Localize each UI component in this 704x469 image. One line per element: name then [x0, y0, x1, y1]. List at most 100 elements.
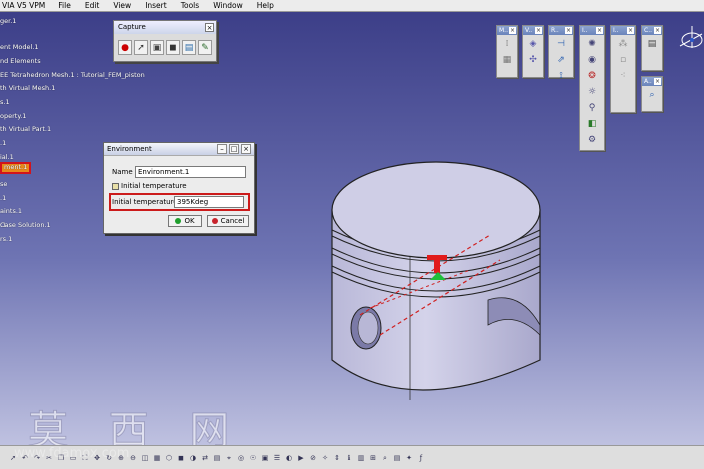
album-icon[interactable]: ◼	[166, 40, 180, 55]
analysis-zoom-icon[interactable]: ⌕	[645, 88, 659, 102]
tree-item[interactable]: rs.1	[0, 234, 12, 244]
catalog-icon[interactable]: ▤	[392, 453, 402, 463]
load-flux-icon[interactable]: ◧	[585, 117, 599, 131]
amplification-icon[interactable]: ✧	[320, 453, 330, 463]
iso-view-icon[interactable]: ⬡	[164, 453, 174, 463]
formula-icon[interactable]: ƒ	[416, 453, 426, 463]
tree-item[interactable]: se	[0, 179, 7, 189]
close-icon[interactable]: ×	[654, 78, 661, 85]
close-icon[interactable]: ×	[565, 27, 572, 34]
compute-icon[interactable]: ▤	[645, 37, 659, 51]
image-icon[interactable]: ▤	[212, 453, 222, 463]
load-pressure-icon[interactable]: ✺	[585, 37, 599, 51]
record-icon[interactable]: ●	[118, 40, 132, 55]
load-radiation-icon[interactable]: ⚙	[585, 133, 599, 147]
close-icon[interactable]: ×	[596, 27, 603, 34]
close-icon[interactable]: ×	[205, 23, 214, 32]
swap-icon[interactable]: ⇄	[200, 453, 210, 463]
search-icon[interactable]: ⌕	[380, 453, 390, 463]
menu-tools[interactable]: Tools	[174, 1, 206, 10]
hide-show-icon[interactable]: ◑	[188, 453, 198, 463]
virtual-mesh-icon[interactable]: ✣	[526, 53, 540, 67]
tree-item[interactable]: th Virtual Mesh.1	[0, 83, 55, 93]
tree-item[interactable]: ger.1	[0, 16, 16, 26]
tree-item[interactable]: aints.1	[0, 206, 22, 216]
capture-icon[interactable]: ▣	[150, 40, 164, 55]
load-convection-icon[interactable]: ⚲	[585, 101, 599, 115]
tree-item[interactable]: s.1	[0, 97, 10, 107]
ok-button[interactable]: OK	[168, 215, 202, 227]
menu-view[interactable]: View	[106, 1, 138, 10]
image-deform-icon[interactable]: ◐	[284, 453, 294, 463]
restraint-clamp-icon[interactable]: ⊣	[554, 37, 568, 51]
material-icon[interactable]: ◎	[236, 453, 246, 463]
multi-view-icon[interactable]: ▦	[152, 453, 162, 463]
minimize-icon[interactable]: –	[217, 144, 227, 154]
initial-temperature-checkbox[interactable]	[112, 183, 119, 190]
environment-dialog: Environment – □ × Name Environment.1 Ini…	[103, 142, 255, 234]
tree-item[interactable]: .1	[0, 193, 6, 203]
sensor-icon[interactable]: ☉	[248, 453, 258, 463]
initial-condition-icon[interactable]: ⁂	[616, 37, 630, 51]
image-icon[interactable]: ▤	[182, 40, 196, 55]
dialog-title-bar[interactable]: Environment – □ ×	[104, 143, 254, 156]
tree-item-selected[interactable]: ment.1	[0, 162, 32, 174]
close-icon[interactable]: ×	[241, 144, 251, 154]
tree-item[interactable]: EE Tetrahedron Mesh.1 : Tutorial_FEM_pis…	[0, 70, 145, 80]
close-icon[interactable]: ×	[627, 27, 634, 34]
capture-toolbar: Capture × ● ➚ ▣ ◼ ▤ ✎	[113, 20, 217, 62]
close-icon[interactable]: ×	[654, 27, 661, 34]
mesh-icon[interactable]: ⁞	[500, 37, 514, 51]
name-field[interactable]: Environment.1	[135, 166, 246, 178]
extrema-icon[interactable]: ⇕	[332, 453, 342, 463]
piston-3d-model[interactable]	[300, 150, 560, 410]
menu-window[interactable]: Window	[206, 1, 250, 10]
maximize-icon[interactable]: □	[229, 144, 239, 154]
toolbar-a: A.. × ⌕	[641, 76, 663, 112]
close-icon[interactable]: ×	[535, 27, 542, 34]
load-temperature-icon[interactable]: ❂	[585, 69, 599, 83]
toolbar-title: V..	[525, 27, 533, 34]
info-icon[interactable]: ℹ	[344, 453, 354, 463]
app-title: VIA V5 VPM	[2, 1, 46, 10]
report-icon[interactable]: ☰	[272, 453, 282, 463]
animate-icon[interactable]: ▶	[296, 453, 306, 463]
load-heat-icon[interactable]: ☼	[585, 85, 599, 99]
tree-item[interactable]: operty.1	[0, 111, 26, 121]
menu-bar: VIA V5 VPM File Edit View Insert Tools W…	[0, 0, 704, 12]
compute-icon[interactable]: ▣	[260, 453, 270, 463]
load-force-icon[interactable]: ◉	[585, 53, 599, 67]
initial-temp-icon[interactable]: ▫	[616, 53, 630, 67]
pointer-icon[interactable]: ➚	[134, 40, 148, 55]
tree-item[interactable]: th Virtual Part.1	[0, 124, 51, 134]
restraint-slider-icon[interactable]: ⇗	[554, 53, 568, 67]
measure-icon[interactable]: ⌖	[224, 453, 234, 463]
mesh-part-icon[interactable]: ▦	[500, 53, 514, 67]
restraint-isostatic-icon[interactable]: ⟟	[554, 69, 568, 83]
images-layout-icon[interactable]: ▥	[356, 453, 366, 463]
tree-item[interactable]: nd Elements	[0, 56, 41, 66]
toolbar-title: R..	[551, 27, 559, 34]
tree-item[interactable]: ial.1	[0, 152, 14, 162]
cancel-button[interactable]: Cancel	[207, 215, 249, 227]
capture-toolbar-title[interactable]: Capture ×	[114, 21, 216, 34]
compass-icon[interactable]	[676, 22, 704, 58]
settings-icon[interactable]: ✎	[198, 40, 212, 55]
tree-item[interactable]: Case Solution.1	[0, 220, 51, 230]
simplify-icon[interactable]: ⊞	[368, 453, 378, 463]
virtual-part-icon[interactable]: ◈	[526, 37, 540, 51]
menu-insert[interactable]: Insert	[138, 1, 174, 10]
menu-edit[interactable]: Edit	[78, 1, 107, 10]
shading-icon[interactable]: ◼	[176, 453, 186, 463]
tree-item[interactable]: ent Model.1	[0, 42, 38, 52]
menu-file[interactable]: File	[51, 1, 78, 10]
cut-plane-icon[interactable]: ⊘	[308, 453, 318, 463]
normal-view-icon[interactable]: ◫	[140, 453, 150, 463]
initial-temperature-field[interactable]: 395Kdeg	[174, 196, 244, 208]
tree-item[interactable]: .1	[0, 138, 6, 148]
zoom-out-icon[interactable]: ⊖	[128, 453, 138, 463]
initial-field-icon[interactable]: ⁖	[616, 69, 630, 83]
close-icon[interactable]: ×	[509, 27, 516, 34]
menu-help[interactable]: Help	[250, 1, 281, 10]
knowledge-icon[interactable]: ✦	[404, 453, 414, 463]
